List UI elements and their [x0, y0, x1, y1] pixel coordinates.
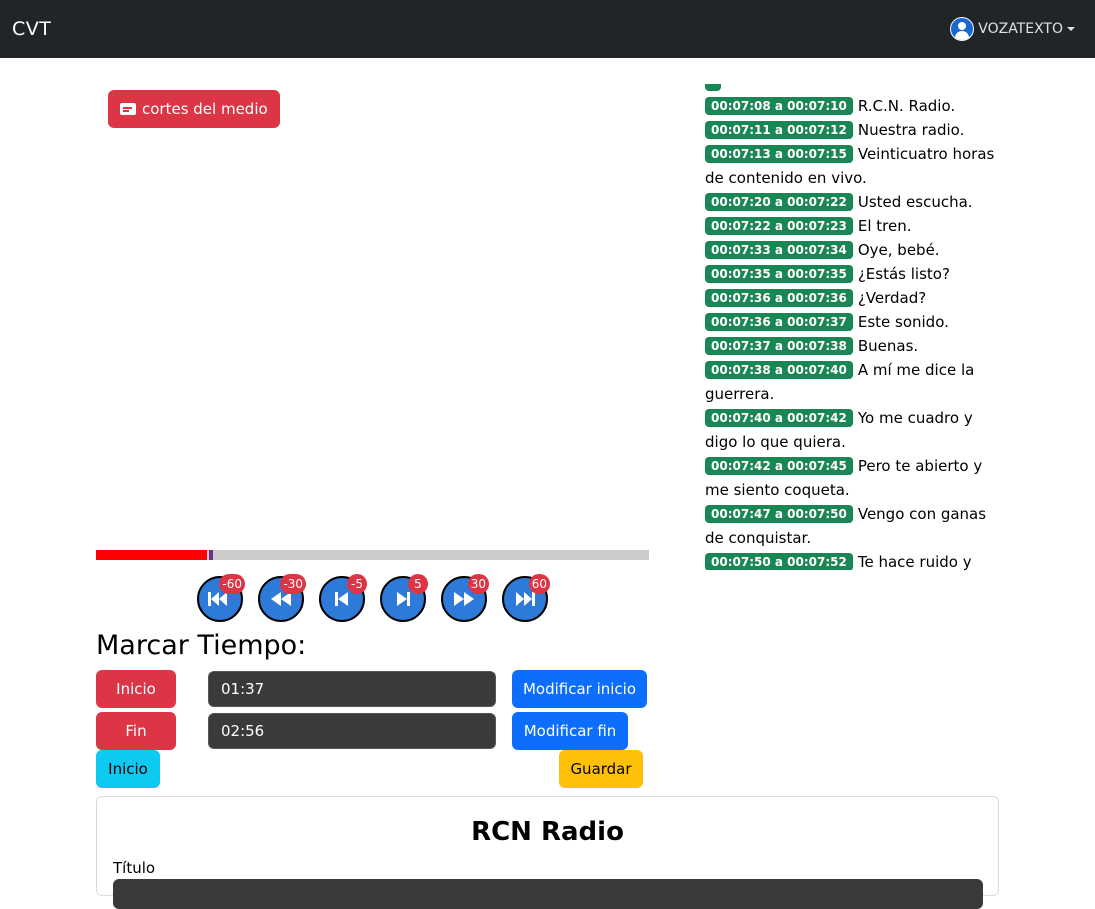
skip-button-minus5[interactable]: -5: [319, 574, 367, 622]
mark-start-button[interactable]: Inicio: [96, 670, 176, 708]
timestamp-badge[interactable]: 00:07:35 a 00:07:35: [705, 265, 853, 283]
user-name: VOZATEXTO: [978, 21, 1063, 37]
timestamp-badge[interactable]: 00:07:20 a 00:07:22: [705, 193, 853, 211]
skip-amount-badge: -5: [347, 574, 367, 594]
skip-button-5[interactable]: 5: [380, 574, 428, 622]
timestamp-badge[interactable]: 00:07:37 a 00:07:38: [705, 337, 853, 355]
transcript-segment: 00:07:11 a 00:07:12 Nuestra radio.: [705, 118, 1005, 142]
timestamp-badge[interactable]: 00:07:47 a 00:07:50: [705, 505, 853, 523]
transcript-segment: 00:07:36 a 00:07:37 Este sonido.: [705, 310, 1005, 334]
segment-text: Este sonido.: [857, 313, 949, 331]
segment-text: Nuestra radio.: [857, 121, 965, 139]
card-title: RCN Radio: [471, 817, 624, 847]
skip-amount-badge: 30: [467, 574, 489, 594]
skip-amount-badge: 5: [408, 574, 428, 594]
segment-text: R.C.N. Radio.: [857, 97, 956, 115]
timestamp-badge[interactable]: 00:07:13 a 00:07:15: [705, 145, 853, 163]
media-info-card: RCN Radio Título: [96, 796, 999, 909]
progress-handle[interactable]: [208, 550, 213, 560]
title-input[interactable]: [113, 879, 983, 909]
transcript-segment: 00:07:40 a 00:07:42 Yo me cuadro y digo l…: [705, 406, 1005, 454]
start-time-input[interactable]: 01:37: [208, 671, 496, 707]
transcript-segment: 00:07:35 a 00:07:35 ¿Estás listo?: [705, 262, 1005, 286]
go-to-start-button[interactable]: Inicio: [96, 750, 160, 788]
skip-controls: -60 -30 -5 5 30 60: [197, 574, 563, 622]
modify-end-button[interactable]: Modificar fin: [512, 712, 628, 750]
timestamp-badge[interactable]: 00:07:38 a 00:07:40: [705, 361, 853, 379]
progress-fill: [96, 550, 207, 560]
title-field-label: Título: [113, 859, 156, 877]
transcript-segment: [705, 84, 1005, 94]
cortes-label: cortes del medio: [142, 100, 268, 118]
skip-amount-badge: 60: [528, 574, 550, 594]
timestamp-badge[interactable]: 00:07:50 a 00:07:52: [705, 553, 853, 570]
segment-text: Oye, bebé.: [857, 241, 940, 259]
segment-text: Te hace ruido y: [857, 553, 972, 570]
skip-button-30[interactable]: 30: [441, 574, 489, 622]
segment-text: El tren.: [857, 217, 912, 235]
transcript-segment: 00:07:37 a 00:07:38 Buenas.: [705, 334, 1005, 358]
transcript-segment: 00:07:33 a 00:07:34 Oye, bebé.: [705, 238, 1005, 262]
transcript-segment: 00:07:08 a 00:07:10 R.C.N. Radio.: [705, 94, 1005, 118]
end-time-input[interactable]: 02:56: [208, 713, 496, 749]
segment-text: Buenas.: [857, 337, 919, 355]
transcript-segment: 00:07:50 a 00:07:52 Te hace ruido y: [705, 550, 1005, 570]
marcar-tiempo-heading: Marcar Tiempo:: [96, 630, 307, 661]
transcript-segment: 00:07:13 a 00:07:15 Veinticuatro horas de…: [705, 142, 1005, 190]
brand-logo[interactable]: CVT: [12, 18, 51, 40]
skip-button-minus60[interactable]: -60: [197, 574, 245, 622]
timestamp-badge[interactable]: 00:07:42 a 00:07:45: [705, 457, 853, 475]
skip-amount-badge: -30: [280, 574, 306, 594]
timestamp-badge[interactable]: 00:07:11 a 00:07:12: [705, 121, 853, 139]
modify-start-button[interactable]: Modificar inicio: [512, 670, 647, 708]
timestamp-badge[interactable]: 00:07:40 a 00:07:42: [705, 409, 853, 427]
skip-amount-badge: -60: [219, 574, 245, 594]
skip-button-minus30[interactable]: -30: [258, 574, 306, 622]
skip-button-60[interactable]: 60: [502, 574, 550, 622]
segment-text: ¿Verdad?: [857, 289, 927, 307]
navbar: CVT VOZATEXTO: [0, 0, 1095, 58]
transcript-segment: 00:07:22 a 00:07:23 El tren.: [705, 214, 1005, 238]
transcript-segment: 00:07:20 a 00:07:22 Usted escucha.: [705, 190, 1005, 214]
cortes-del-medio-button[interactable]: cortes del medio: [108, 90, 280, 128]
transcript-segment: 00:07:42 a 00:07:45 Pero te abierto y me …: [705, 454, 1005, 502]
timestamp-badge[interactable]: 00:07:36 a 00:07:36: [705, 289, 853, 307]
user-menu[interactable]: VOZATEXTO: [950, 17, 1075, 41]
timestamp-badge[interactable]: 00:07:22 a 00:07:23: [705, 217, 853, 235]
caret-down-icon: [1067, 27, 1075, 31]
media-progress-bar[interactable]: [96, 550, 649, 560]
save-button[interactable]: Guardar: [559, 750, 643, 788]
closed-captions-icon: [120, 103, 136, 115]
timestamp-badge[interactable]: 00:07:36 a 00:07:37: [705, 313, 853, 331]
user-avatar-icon: [950, 17, 975, 41]
timestamp-badge[interactable]: 00:07:33 a 00:07:34: [705, 241, 853, 259]
transcript-segment: 00:07:36 a 00:07:36 ¿Verdad?: [705, 286, 1005, 310]
transcript-segment: 00:07:38 a 00:07:40 A mí me dice la guerr…: [705, 358, 1005, 406]
transcript-segment: 00:07:47 a 00:07:50 Vengo con ganas de co…: [705, 502, 1005, 550]
segment-text: Usted escucha.: [857, 193, 973, 211]
segment-text: ¿Estás listo?: [857, 265, 950, 283]
timestamp-badge[interactable]: [705, 84, 722, 91]
transcript-panel[interactable]: 00:07:08 a 00:07:10 R.C.N. Radio. 00:07:11…: [705, 84, 1005, 570]
timestamp-badge[interactable]: 00:07:08 a 00:07:10: [705, 97, 853, 115]
mark-end-button[interactable]: Fin: [96, 712, 176, 750]
